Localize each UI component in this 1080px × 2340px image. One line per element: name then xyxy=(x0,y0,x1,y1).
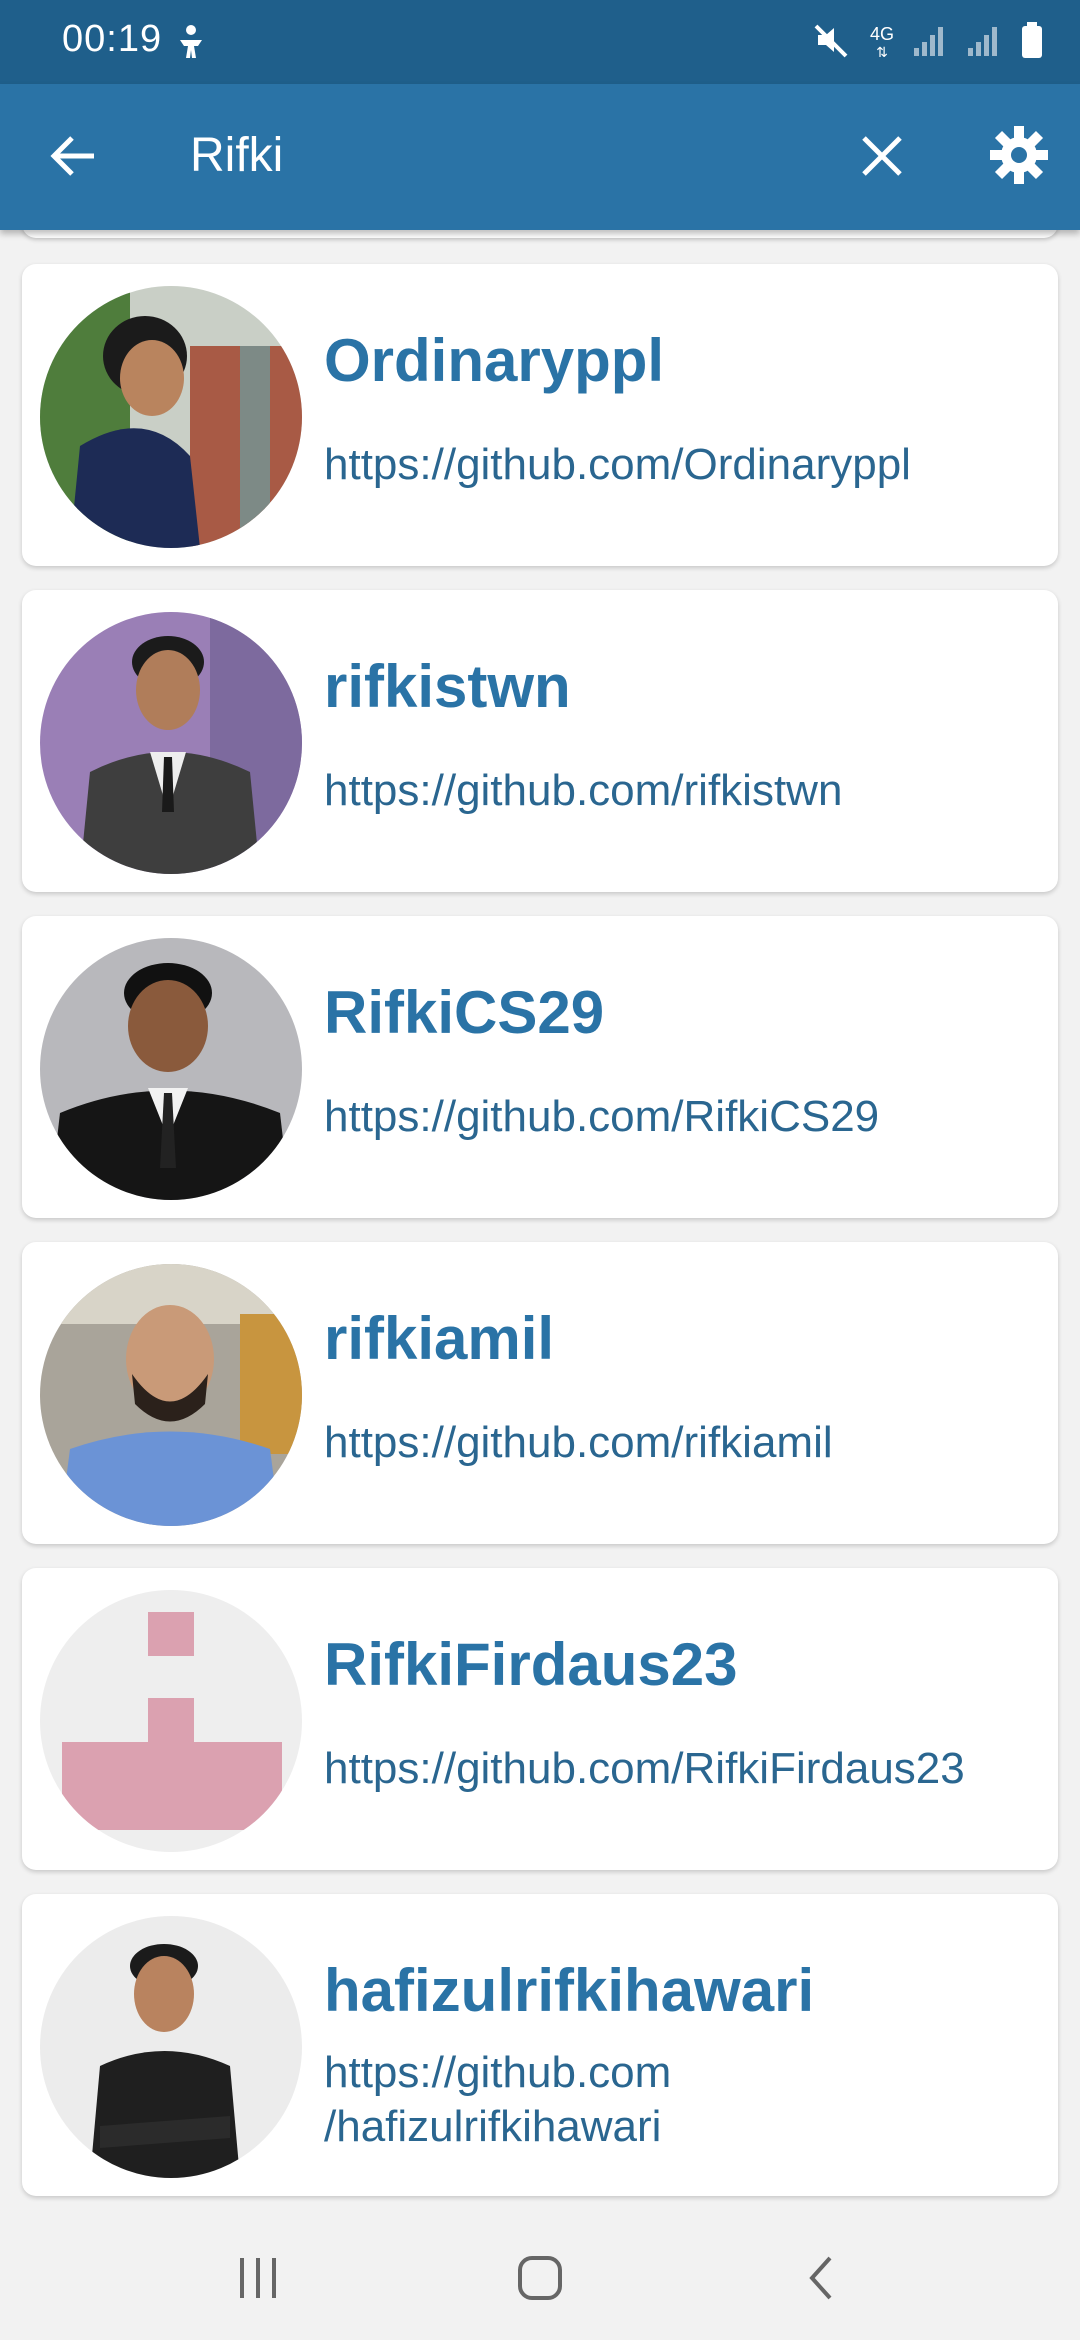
list-item-partial[interactable] xyxy=(22,230,1058,238)
home-icon xyxy=(518,2256,562,2300)
recent-apps-button[interactable] xyxy=(228,2250,288,2311)
username: rifkistwn xyxy=(324,653,571,720)
status-time: 00:19 xyxy=(62,18,163,60)
list-item[interactable]: RifkiCS29 https://github.com/RifkiCS29 xyxy=(22,916,1058,1218)
profile-url-line-1: https://github.com xyxy=(324,2048,672,2097)
avatar xyxy=(40,1264,302,1526)
search-input[interactable]: Rifki xyxy=(190,126,283,186)
signal-icon-2 xyxy=(966,22,1002,63)
profile-url[interactable]: https://github.com /hafizulrifkihawari xyxy=(324,2046,1024,2154)
username: RifkiCS29 xyxy=(324,979,605,1046)
home-button[interactable] xyxy=(510,2248,570,2313)
username: hafizulrifkihawari xyxy=(324,1957,815,2024)
list-item[interactable]: rifkistwn https://github.com/rifkistwn xyxy=(22,590,1058,892)
close-icon xyxy=(862,136,902,176)
status-icons: 4G ⇅ xyxy=(812,20,1044,65)
nav-back-button[interactable] xyxy=(800,2248,840,2313)
settings-button[interactable] xyxy=(986,122,1052,188)
avatar xyxy=(40,1916,302,2178)
username: Ordinaryppl xyxy=(324,327,665,394)
list-item[interactable]: Ordinaryppl https://github.com/Ordinaryp… xyxy=(22,264,1058,566)
app-bar: Rifki xyxy=(0,84,1080,230)
system-nav-bar xyxy=(0,2212,1080,2340)
network-label: 4G ⇅ xyxy=(869,23,894,60)
profile-url[interactable]: https://github.com/Ordinaryppl xyxy=(324,440,911,490)
username: rifkiamil xyxy=(324,1305,555,1372)
profile-url[interactable]: https://github.com/RifkiFirdaus23 xyxy=(324,1744,965,1794)
username: RifkiFirdaus23 xyxy=(324,1631,738,1698)
battery-icon xyxy=(1020,20,1044,65)
gear-icon xyxy=(990,126,1048,184)
list-item[interactable]: hafizulrifkihawari https://github.com /h… xyxy=(22,1894,1058,2196)
clear-search-button[interactable] xyxy=(850,124,914,188)
list-item[interactable]: RifkiFirdaus23 https://github.com/RifkiF… xyxy=(22,1568,1058,1870)
avatar xyxy=(40,938,302,1200)
accessibility-icon xyxy=(176,22,206,67)
chevron-left-icon xyxy=(809,2256,832,2300)
mute-icon xyxy=(812,20,852,65)
avatar xyxy=(40,1590,302,1852)
avatar xyxy=(40,612,302,874)
recent-apps-icon xyxy=(240,2258,276,2298)
avatar xyxy=(40,286,302,548)
profile-url[interactable]: https://github.com/rifkiamil xyxy=(324,1418,833,1468)
user-results-list[interactable]: Ordinaryppl https://github.com/Ordinaryp… xyxy=(0,230,1080,2212)
profile-url[interactable]: https://github.com/rifkistwn xyxy=(324,766,842,816)
back-button[interactable] xyxy=(44,126,104,186)
profile-url[interactable]: https://github.com/RifkiCS29 xyxy=(324,1092,879,1142)
list-item[interactable]: rifkiamil https://github.com/rifkiamil xyxy=(22,1242,1058,1544)
profile-url-line-2: /hafizulrifkihawari xyxy=(324,2102,662,2151)
signal-icon xyxy=(912,22,948,63)
status-bar: 00:19 4G ⇅ xyxy=(0,0,1080,84)
arrow-back-icon xyxy=(50,136,94,176)
